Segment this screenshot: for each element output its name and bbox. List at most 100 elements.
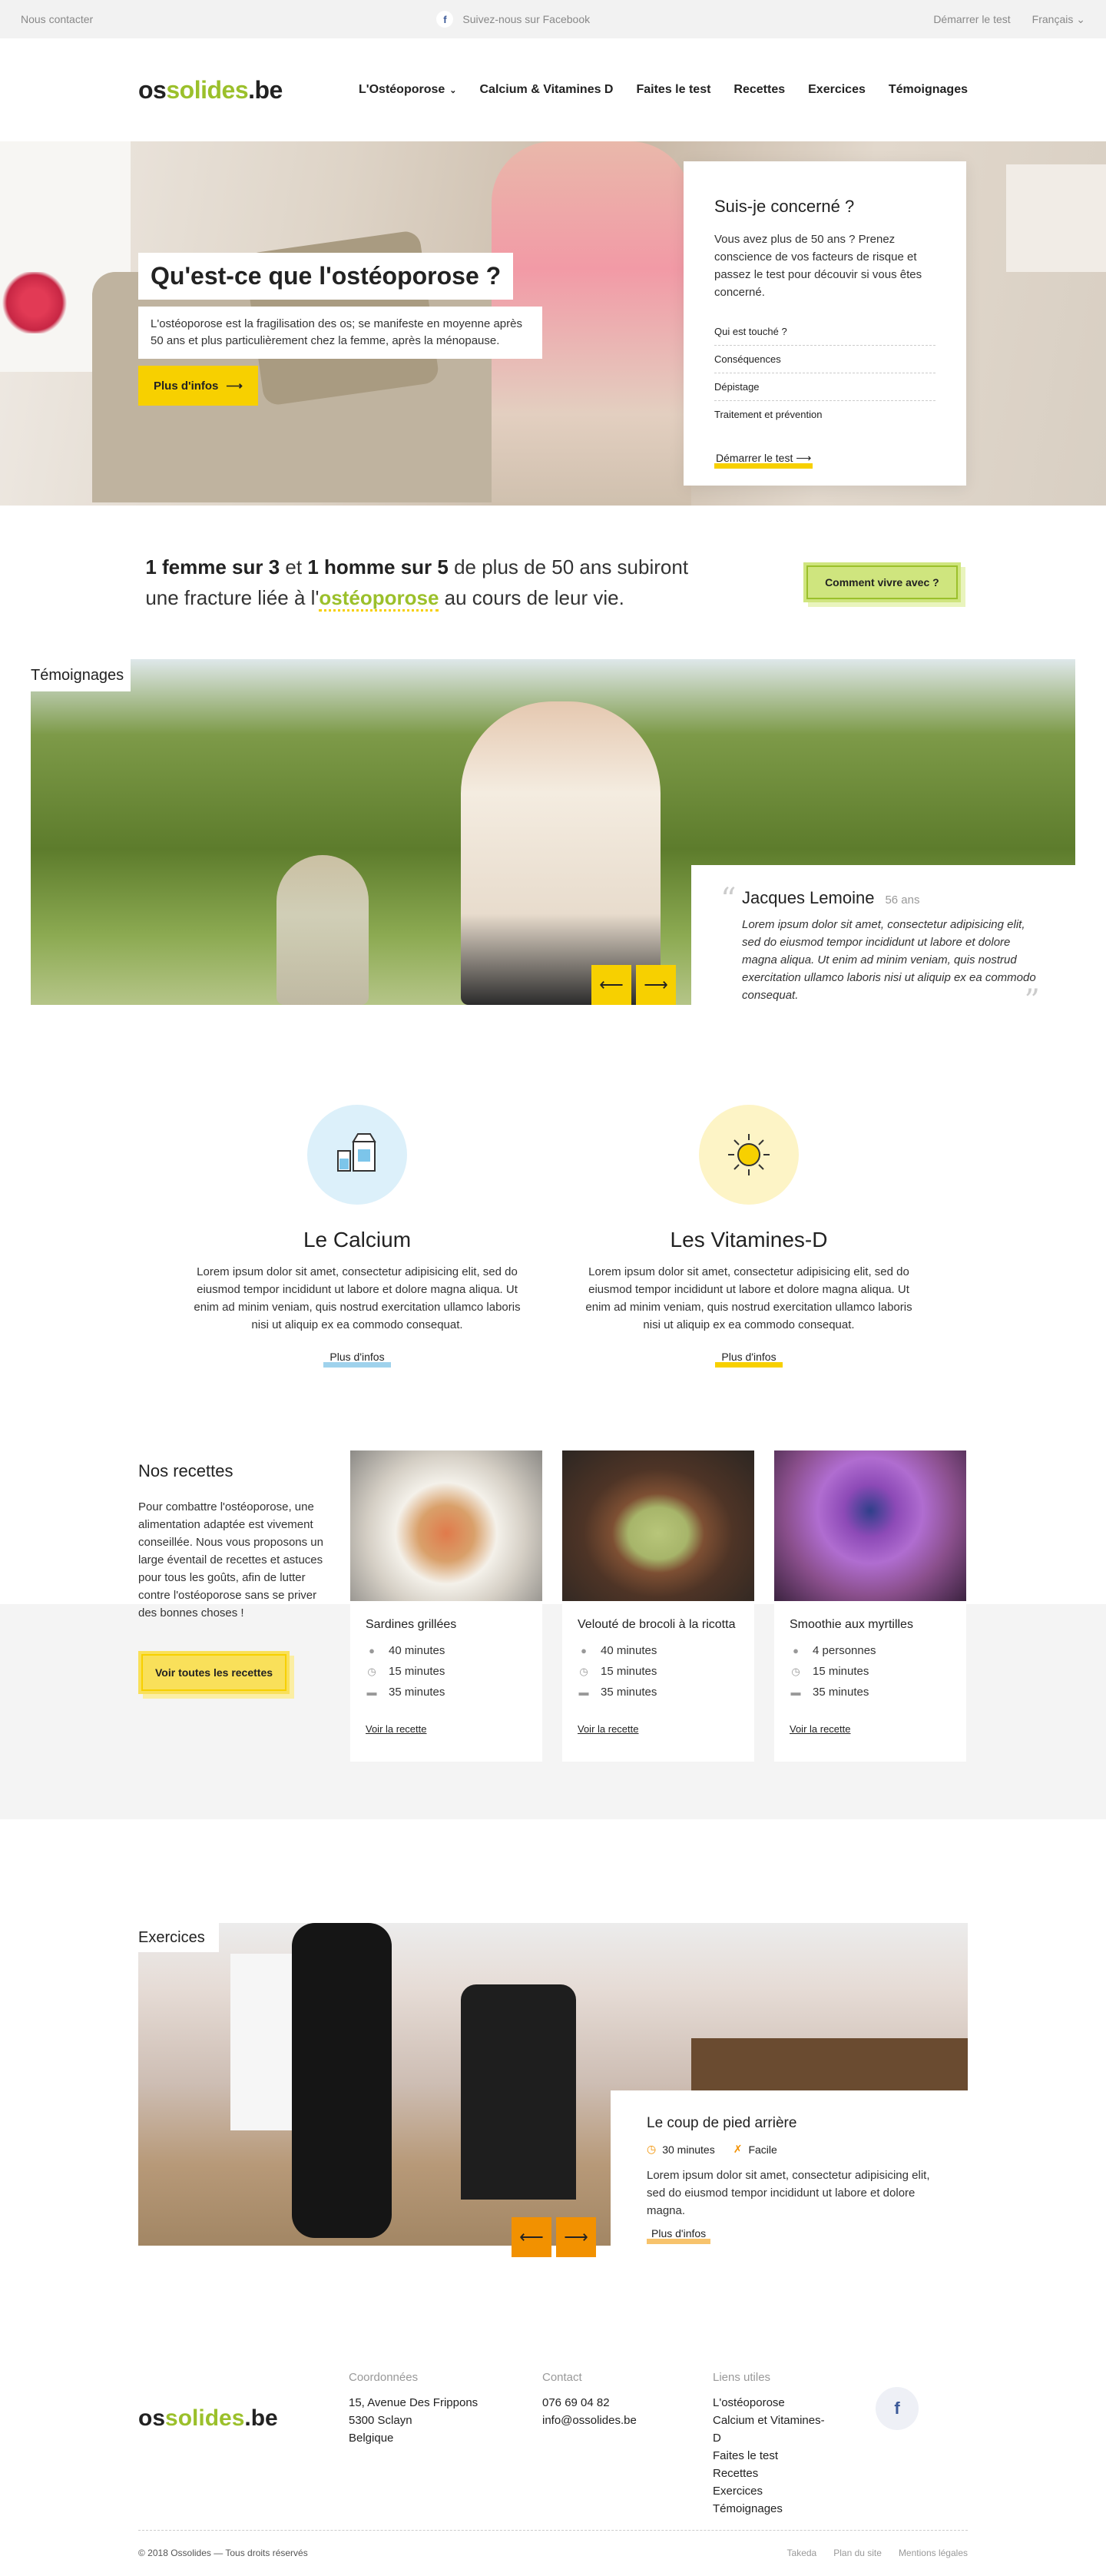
footer-contact: Contact 076 69 04 82 info@ossolides.be bbox=[542, 2369, 713, 2518]
exercise-title: Le coup de pied arrière bbox=[647, 2115, 797, 2131]
copyright: © 2018 Ossolides — Tous droits réservés bbox=[138, 2548, 308, 2558]
footer-bottom-link[interactable]: Mentions légales bbox=[899, 2548, 968, 2558]
testimonial-card: “ Jacques Lemoine 56 ans Lorem ipsum dolo… bbox=[691, 865, 1075, 1036]
logo-part-os: os bbox=[138, 75, 167, 104]
recipe-link[interactable]: Voir la recette bbox=[366, 1723, 427, 1735]
nav-item-recettes[interactable]: Recettes bbox=[733, 83, 785, 97]
footer-address-line: 5300 Sclayn bbox=[349, 2414, 412, 2427]
recipe-title: Sardines grillées bbox=[366, 1618, 457, 1631]
logo-part-be: .be bbox=[248, 75, 283, 104]
footer-bottom-link[interactable]: Plan du site bbox=[833, 2548, 882, 2558]
live-with-button[interactable]: Comment vivre avec ? bbox=[803, 562, 961, 602]
recipe-meta: 4 personnes bbox=[813, 1644, 876, 1657]
arrow-left-button[interactable]: ⟵ bbox=[512, 2217, 551, 2257]
arrow-left-button[interactable]: ⟵ bbox=[591, 965, 631, 1005]
calcium-more-link[interactable]: Plus d'infos bbox=[323, 1351, 391, 1368]
footer-link[interactable]: L'ostéoporose bbox=[713, 2394, 828, 2412]
arrow-right-button[interactable]: ⟶ bbox=[556, 2217, 596, 2257]
testimonial-name: Jacques Lemoine bbox=[742, 888, 875, 907]
arrow-right-icon: ⟶ bbox=[796, 452, 812, 464]
recipe-meta: 40 minutes bbox=[389, 1644, 445, 1657]
nav-item-osteoporose[interactable]: L'Ostéoporose ⌄ bbox=[359, 83, 456, 97]
exercise-level: ✗ Facile bbox=[733, 2143, 777, 2156]
recipe-card[interactable]: Smoothie aux myrtilles ● 4 personnes ◷ 15 … bbox=[774, 1450, 966, 1762]
test-card-text: Vous avez plus de 50 ans ? Prenez consci… bbox=[714, 233, 922, 299]
chevron-down-icon: ⌄ bbox=[1076, 12, 1085, 25]
quote-open-icon: “ bbox=[720, 882, 737, 917]
exercise-photo-chair bbox=[461, 1984, 576, 2200]
testimonial-age: 56 ans bbox=[885, 893, 920, 907]
exercise-level-value: Facile bbox=[748, 2143, 777, 2156]
stat-and: et bbox=[280, 555, 308, 579]
cooking-pot-icon: ▬ bbox=[578, 1686, 589, 1698]
recipe-card[interactable]: Velouté de brocoli à la ricotta ● 40 minu… bbox=[562, 1450, 754, 1762]
hero-more-label: Plus d'infos bbox=[154, 379, 219, 393]
stat-line1-end: de plus de 50 ans subiront bbox=[448, 555, 689, 579]
footer-link[interactable]: Faites le test bbox=[713, 2447, 828, 2465]
exercise-text: Lorem ipsum dolor sit amet, consectetur … bbox=[647, 2169, 930, 2217]
language-select[interactable]: Français ⌄ bbox=[1032, 13, 1085, 26]
footer-link[interactable]: Exercices bbox=[713, 2482, 828, 2500]
contact-link[interactable]: Nous contacter bbox=[21, 13, 93, 25]
exercise-arrows: ⟵ ⟶ bbox=[512, 2217, 596, 2257]
footer-link[interactable]: Témoignages bbox=[713, 2500, 828, 2518]
exercise-duration-value: 30 minutes bbox=[662, 2143, 715, 2156]
nav-item-test[interactable]: Faites le test bbox=[636, 83, 710, 97]
footer-link[interactable]: Recettes bbox=[713, 2465, 828, 2482]
recipe-title: Velouté de brocoli à la ricotta bbox=[578, 1618, 736, 1631]
recipe-link[interactable]: Voir la recette bbox=[790, 1723, 851, 1735]
facebook-follow[interactable]: f Suivez-nous sur Facebook bbox=[436, 11, 590, 28]
language-label: Français bbox=[1031, 12, 1074, 25]
footer-link[interactable]: Calcium et Vitamines-D bbox=[713, 2412, 828, 2447]
vitamins-more-link[interactable]: Plus d'infos bbox=[715, 1351, 783, 1368]
arrow-right-button[interactable]: ⟶ bbox=[636, 965, 676, 1005]
calcium-text: Lorem ipsum dolor sit amet, consectetur … bbox=[194, 1265, 521, 1331]
recipes-text: Pour combattre l'ostéoporose, une alimen… bbox=[138, 1500, 323, 1620]
people-icon: ● bbox=[369, 1645, 375, 1656]
logo-part-solides: solides bbox=[165, 2405, 245, 2431]
hero-description: L'ostéoporose est la fragilisation des o… bbox=[138, 307, 542, 359]
people-icon: ● bbox=[581, 1645, 587, 1656]
test-card-item[interactable]: Traitement et prévention bbox=[714, 401, 935, 428]
sun-icon bbox=[699, 1105, 799, 1205]
recipes-intro: Nos recettes Pour combattre l'ostéoporos… bbox=[138, 1461, 326, 1694]
test-card-start-link[interactable]: Démarrer le test ⟶ bbox=[714, 453, 813, 469]
exercise-more-link[interactable]: Plus d'infos bbox=[647, 2228, 711, 2244]
nav-item-temoignages[interactable]: Témoignages bbox=[889, 83, 968, 97]
hero: Qu'est-ce que l'ostéoporose ? L'ostéopor… bbox=[0, 141, 1106, 506]
test-card-item[interactable]: Dépistage bbox=[714, 373, 935, 401]
nav-item-calcium[interactable]: Calcium & Vitamines D bbox=[480, 83, 614, 97]
logo-part-be: .be bbox=[244, 2405, 278, 2431]
footer-logo[interactable]: ossolides.be bbox=[138, 2369, 349, 2518]
exercise-photo-person bbox=[292, 1923, 392, 2238]
start-test-link[interactable]: Démarrer le test bbox=[933, 13, 1010, 26]
recipe-meta: 35 minutes bbox=[389, 1686, 445, 1699]
recipes: Nos recettes Pour combattre l'ostéoporos… bbox=[0, 1450, 1106, 1819]
start-test-label: Démarrer le test bbox=[716, 452, 793, 464]
footer-phone[interactable]: 076 69 04 82 bbox=[542, 2394, 713, 2412]
recipe-card[interactable]: Sardines grillées ● 40 minutes ◷ 15 minute… bbox=[350, 1450, 542, 1762]
footer-bottom-link[interactable]: Takeda bbox=[787, 2548, 817, 2558]
testimonial-arrows: ⟵ ⟶ bbox=[591, 965, 676, 1005]
test-card-item[interactable]: Conséquences bbox=[714, 346, 935, 373]
calcium-vitamins: Le Calcium Lorem ipsum dolor sit amet, c… bbox=[0, 1036, 1106, 1450]
footer-address-line: 15, Avenue Des Frippons bbox=[349, 2396, 478, 2409]
all-recipes-button[interactable]: Voir toutes les recettes bbox=[138, 1651, 290, 1694]
calcium-column: Le Calcium Lorem ipsum dolor sit amet, c… bbox=[192, 1105, 522, 1450]
testimonial-photo-woman bbox=[276, 855, 369, 1005]
footer-email[interactable]: info@ossolides.be bbox=[542, 2412, 713, 2429]
recipe-meta: 35 minutes bbox=[601, 1686, 657, 1699]
testimonial-photo-man bbox=[461, 701, 661, 1005]
vitamins-text: Lorem ipsum dolor sit amet, consectetur … bbox=[585, 1265, 912, 1331]
nav-item-exercices[interactable]: Exercices bbox=[808, 83, 866, 97]
test-card-item[interactable]: Qui est touché ? bbox=[714, 318, 935, 346]
exercise-duration: ◷ 30 minutes bbox=[647, 2143, 715, 2156]
calcium-title: Le Calcium bbox=[303, 1228, 412, 1252]
hero-more-button[interactable]: Plus d'infos ⟶ bbox=[138, 366, 258, 406]
logo-part-os: os bbox=[138, 2405, 166, 2431]
recipe-link[interactable]: Voir la recette bbox=[578, 1723, 639, 1735]
facebook-icon[interactable]: f bbox=[876, 2387, 919, 2430]
logo[interactable]: ossolides.be bbox=[138, 76, 283, 104]
chevron-down-icon: ⌄ bbox=[449, 85, 457, 95]
testimonial-quote: Lorem ipsum dolor sit amet, consectetur … bbox=[742, 918, 1036, 1002]
